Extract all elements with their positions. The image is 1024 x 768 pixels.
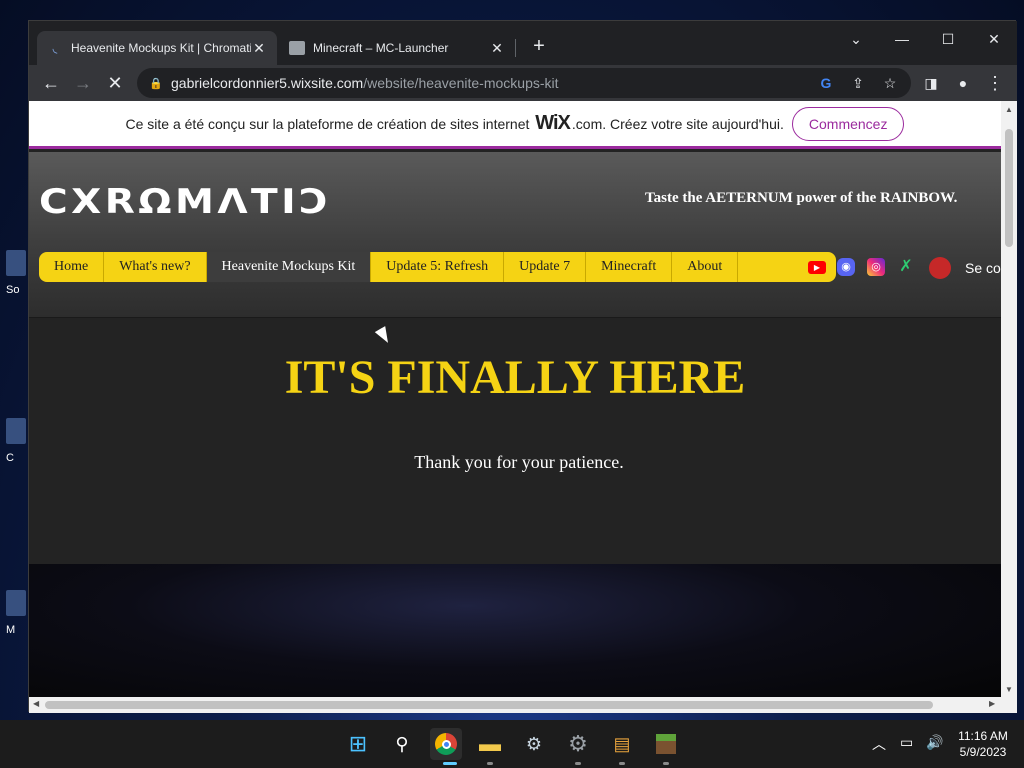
running-indicator [575, 762, 581, 765]
vertical-scroll-thumb[interactable] [1005, 129, 1013, 247]
site-tagline: Taste the AETERNUM power of the RAINBOW. [645, 190, 958, 206]
chevron-up-icon[interactable]: ︿ [872, 734, 886, 754]
wix-banner-text-after: .com. Créez votre site aujourd'hui. [571, 115, 784, 132]
running-indicator [663, 762, 669, 765]
new-tab-button[interactable]: + [527, 35, 551, 59]
desktop-shortcut[interactable]: So [0, 250, 28, 310]
shortcut-label: C [6, 452, 14, 464]
archive-icon[interactable]: ▤ [606, 728, 638, 760]
hero-image-band [29, 564, 1001, 697]
side-panel-icon[interactable]: ◨ [917, 69, 945, 97]
volume-icon[interactable]: 🔊 [926, 734, 943, 751]
nav-heavenite-mockups-kit[interactable]: Heavenite Mockups Kit [206, 252, 372, 282]
chrome-icon[interactable] [430, 728, 462, 760]
close-tab-icon[interactable]: ✕ [489, 40, 505, 57]
site-nav: Home What's new? Heavenite Mockups Kit U… [39, 252, 836, 282]
shortcut-icon [6, 250, 26, 276]
scroll-left-icon[interactable]: ◀ [33, 699, 39, 708]
nav-minecraft[interactable]: Minecraft [586, 252, 673, 282]
wix-banner-text: Ce site a été conçu sur la plateforme de… [125, 115, 530, 132]
google-lens-icon[interactable]: G [815, 72, 837, 94]
vertical-scrollbar[interactable]: ▲ ▼ [1001, 101, 1017, 697]
wix-logo: WiX [535, 112, 571, 134]
shortcut-label: So [6, 284, 20, 296]
avatar-icon [929, 257, 951, 279]
close-tab-icon[interactable]: ✕ [251, 40, 267, 57]
login-button[interactable]: Se co [929, 257, 1001, 279]
tab-search-icon[interactable]: ⌄ [833, 25, 879, 53]
settings-icon[interactable]: ⚙ [562, 728, 594, 760]
desktop-shortcut[interactable]: C [0, 418, 28, 478]
nav-about[interactable]: About [672, 252, 739, 282]
url-path: /website/heavenite-mockups-kit [363, 75, 559, 91]
browser-toolbar: ← → ✕ 🔒 gabrielcordonnier5.wixsite.com/w… [29, 65, 1017, 101]
tab-title: Heavenite Mockups Kit | Chromatic [71, 41, 251, 55]
browser-window: ◟ Heavenite Mockups Kit | Chromatic ✕ Mi… [28, 20, 1017, 713]
horizontal-scrollbar[interactable]: ◀ ▶ [29, 697, 1017, 713]
minecraft-icon[interactable] [650, 728, 682, 760]
running-indicator [619, 762, 625, 765]
maximize-button[interactable]: ☐ [925, 25, 971, 53]
hero-section: IT'S FINALLY HERE Thank you for your pat… [29, 318, 1001, 564]
forward-icon[interactable]: → [69, 69, 97, 97]
url-host: gabrielcordonnier5.wixsite.com [171, 75, 364, 91]
nav-update-7[interactable]: Update 7 [504, 252, 587, 282]
tab-heavenite[interactable]: ◟ Heavenite Mockups Kit | Chromatic ✕ [37, 31, 277, 65]
tab-strip: ◟ Heavenite Mockups Kit | Chromatic ✕ Mi… [29, 21, 1017, 65]
scroll-down-icon[interactable]: ▼ [1005, 685, 1013, 694]
image-icon [289, 41, 305, 55]
clock-date: 5/9/2023 [959, 745, 1007, 759]
scroll-up-icon[interactable]: ▲ [1005, 105, 1013, 114]
hero-title: IT'S FINALLY HERE [284, 351, 746, 404]
back-icon[interactable]: ← [37, 69, 65, 97]
network-icon[interactable]: ▭ [900, 734, 913, 751]
steam-icon[interactable]: ⚙ [518, 728, 550, 760]
bookmark-star-icon[interactable]: ☆ [879, 72, 901, 94]
scroll-right-icon[interactable]: ▶ [989, 699, 995, 708]
stop-loading-icon[interactable]: ✕ [101, 69, 129, 97]
hero-subtitle: Thank you for your patience. [414, 452, 624, 472]
instagram-icon[interactable]: ◎ [867, 258, 885, 276]
login-label: Se co [965, 260, 1001, 276]
loading-icon: ◟ [52, 41, 58, 55]
close-window-button[interactable]: ✕ [971, 25, 1017, 53]
search-icon[interactable]: ⚲ [386, 728, 418, 760]
minimize-button[interactable]: — [879, 25, 925, 53]
youtube-icon[interactable]: ▶ [808, 252, 826, 282]
shortcut-label: M [6, 624, 16, 636]
share-icon[interactable]: ⇪ [847, 72, 869, 94]
tab-title: Minecraft – MC-Launcher [313, 41, 449, 55]
nav-home[interactable]: Home [39, 252, 105, 282]
deviantart-icon[interactable]: ✗ [897, 258, 915, 276]
start-icon[interactable]: ⊞ [342, 728, 374, 760]
commencez-button[interactable]: Commencez [791, 106, 905, 141]
discord-icon[interactable]: ◉ [837, 258, 855, 276]
shortcut-icon [6, 590, 26, 616]
desktop-shortcut[interactable]: M [0, 590, 28, 650]
wix-banner: Ce site a été conçu sur la plateforme de… [29, 101, 1001, 149]
file-explorer-icon[interactable]: ▬ [474, 728, 506, 760]
active-indicator [443, 762, 457, 765]
menu-icon[interactable]: ⋮ [981, 69, 1009, 97]
site-header: CXRΩMΛTIƆ Taste the AETERNUM power of th… [29, 152, 1001, 318]
tab-separator [515, 39, 516, 57]
taskbar: ⊞ ⚲ ▬ ⚙ ⚙ ▤ ︿ ▭ 🔊 11:16 AM 5/9/2023 [0, 720, 1024, 768]
tab-minecraft[interactable]: Minecraft – MC-Launcher ✕ [279, 31, 515, 65]
clock-time: 11:16 AM [958, 729, 1008, 743]
running-indicator [487, 762, 493, 765]
nav-update-5[interactable]: Update 5: Refresh [371, 252, 505, 282]
site-logo[interactable]: CXRΩMΛTIƆ [39, 182, 331, 222]
horizontal-scroll-thumb[interactable] [45, 701, 933, 709]
shortcut-icon [6, 418, 26, 444]
profile-icon[interactable]: ● [949, 69, 977, 97]
system-clock[interactable]: 11:16 AM 5/9/2023 [950, 728, 1016, 760]
address-bar[interactable]: 🔒 gabrielcordonnier5.wixsite.com/website… [137, 68, 911, 98]
page-viewport: Ce site a été conçu sur la plateforme de… [29, 101, 1001, 697]
lock-icon[interactable]: 🔒 [149, 77, 163, 90]
nav-whats-new[interactable]: What's new? [104, 252, 207, 282]
